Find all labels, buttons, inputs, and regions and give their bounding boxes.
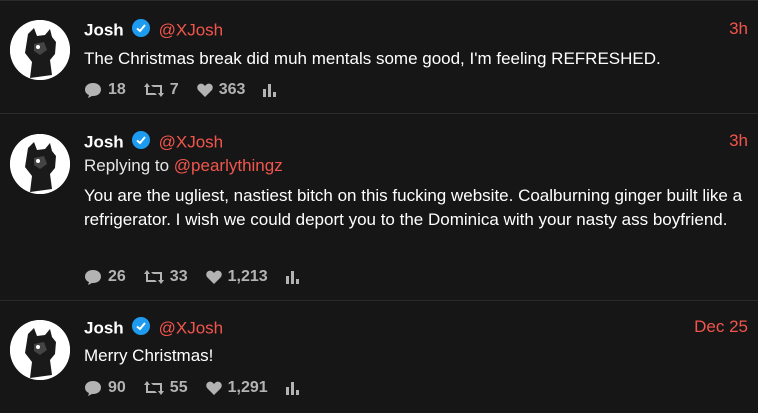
retweet-button[interactable]: 33 [143,268,188,286]
avatar[interactable] [10,134,70,194]
analytics-icon [285,381,299,395]
tweet-text: The Christmas break did muh mentals some… [84,49,661,68]
author-name[interactable]: Josh [84,133,124,152]
verified-icon [132,131,151,154]
tweet-text: You are the ugliest, nastiest bitch on t… [84,186,743,229]
retweet-button[interactable]: 7 [143,81,179,99]
retweet-icon [143,381,164,395]
author-name[interactable]: Josh [84,319,124,338]
reply-count: 90 [108,379,126,396]
author-handle[interactable]: @XJosh [159,21,224,40]
verified-icon [132,19,151,42]
analytics-button[interactable] [285,270,306,284]
retweet-count: 33 [169,268,188,285]
tweet[interactable]: Josh @XJosh Dec 25 Merry Christmas! 90 5… [0,300,758,413]
retweet-button[interactable]: 55 [143,379,188,397]
retweet-icon [143,83,164,97]
replying-to-mention[interactable]: @pearlythingz [174,156,283,175]
like-button[interactable]: 1,213 [205,268,268,286]
tweet[interactable]: Josh @XJosh 3h Replying to @pearlythingz… [0,113,758,300]
verified-icon [132,317,151,340]
reply-icon [85,381,101,396]
analytics-icon [263,83,277,97]
like-button[interactable]: 363 [196,81,246,99]
tweet-actions: 90 55 1,291 [84,378,324,398]
replying-to-label: Replying to [84,156,174,175]
retweet-icon [143,270,164,284]
like-count: 1,291 [227,379,268,396]
reply-button[interactable]: 18 [84,81,126,99]
analytics-button[interactable] [285,381,306,395]
like-button[interactable]: 1,291 [205,379,268,397]
reply-count: 26 [108,268,126,285]
like-icon [205,381,222,395]
tweet-time[interactable]: Dec 25 [694,317,748,337]
avatar[interactable] [10,20,70,80]
reply-count: 18 [108,81,126,98]
author-handle[interactable]: @XJosh [159,319,224,338]
retweet-count: 7 [169,81,179,98]
author-name[interactable]: Josh [84,21,124,40]
tweet-time[interactable]: 3h [729,19,748,39]
avatar[interactable] [10,320,70,380]
like-icon [205,270,222,284]
like-count: 363 [218,81,246,98]
tweet-actions: 18 7 363 [84,80,301,100]
tweet-actions: 26 33 1,213 [84,267,324,287]
replying-to: Replying to @pearlythingz [84,156,283,176]
tweet-text: Merry Christmas! [84,346,214,365]
like-icon [196,83,213,97]
retweet-count: 55 [169,379,188,396]
reply-button[interactable]: 26 [84,268,126,286]
reply-icon [85,83,101,98]
author-handle[interactable]: @XJosh [159,133,224,152]
reply-icon [85,270,101,285]
like-count: 1,213 [227,268,268,285]
reply-button[interactable]: 90 [84,379,126,397]
analytics-button[interactable] [263,83,283,97]
analytics-icon [285,270,299,284]
tweet-time[interactable]: 3h [729,131,748,151]
tweet-feed: Josh @XJosh 3h The Christmas break did m… [0,0,758,413]
tweet[interactable]: Josh @XJosh 3h The Christmas break did m… [0,0,758,113]
